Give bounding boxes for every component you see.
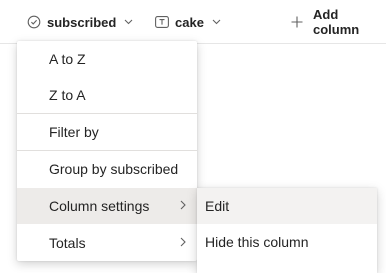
chevron-right-icon <box>180 237 186 247</box>
chevron-right-icon <box>180 200 186 210</box>
menu-item-label: Filter by <box>49 124 99 140</box>
text-field-icon <box>155 16 169 28</box>
menu-item-filter-by[interactable]: Filter by <box>17 114 197 150</box>
menu-item-label: A to Z <box>49 51 86 67</box>
column-header-label: subscribed <box>47 14 117 30</box>
column-header-bar: subscribed cake Add column <box>0 0 386 44</box>
chevron-down-icon <box>124 19 133 25</box>
checkmark-circle-icon <box>27 15 41 29</box>
column-context-menu: A to Z Z to A Filter by Group by subscri… <box>17 41 197 261</box>
menu-item-sort-z-to-a[interactable]: Z to A <box>17 77 197 113</box>
add-column-button[interactable]: Add column <box>291 0 386 44</box>
submenu-item-label: Hide this column <box>205 234 309 250</box>
menu-item-group-by[interactable]: Group by subscribed <box>17 151 197 187</box>
menu-item-column-settings[interactable]: Column settings <box>17 188 197 224</box>
chevron-down-icon <box>212 19 221 25</box>
menu-item-sort-a-to-z[interactable]: A to Z <box>17 41 197 77</box>
add-column-label: Add column <box>313 7 360 37</box>
menu-item-label: Column settings <box>49 198 150 214</box>
submenu-item-hide-column[interactable]: Hide this column <box>197 224 377 260</box>
column-header-label: cake <box>175 14 204 30</box>
column-header-subscribed[interactable]: subscribed <box>27 0 133 44</box>
submenu-item-edit[interactable]: Edit <box>197 188 377 224</box>
plus-icon <box>291 16 303 28</box>
column-header-cake[interactable]: cake <box>155 0 221 44</box>
submenu-item-label: Edit <box>205 198 230 214</box>
menu-item-label: Z to A <box>49 87 86 103</box>
menu-item-label: Group by subscribed <box>49 161 179 177</box>
column-settings-submenu: Edit Hide this column <box>197 188 377 273</box>
menu-item-totals[interactable]: Totals <box>17 225 197 261</box>
menu-item-label: Totals <box>49 235 86 251</box>
